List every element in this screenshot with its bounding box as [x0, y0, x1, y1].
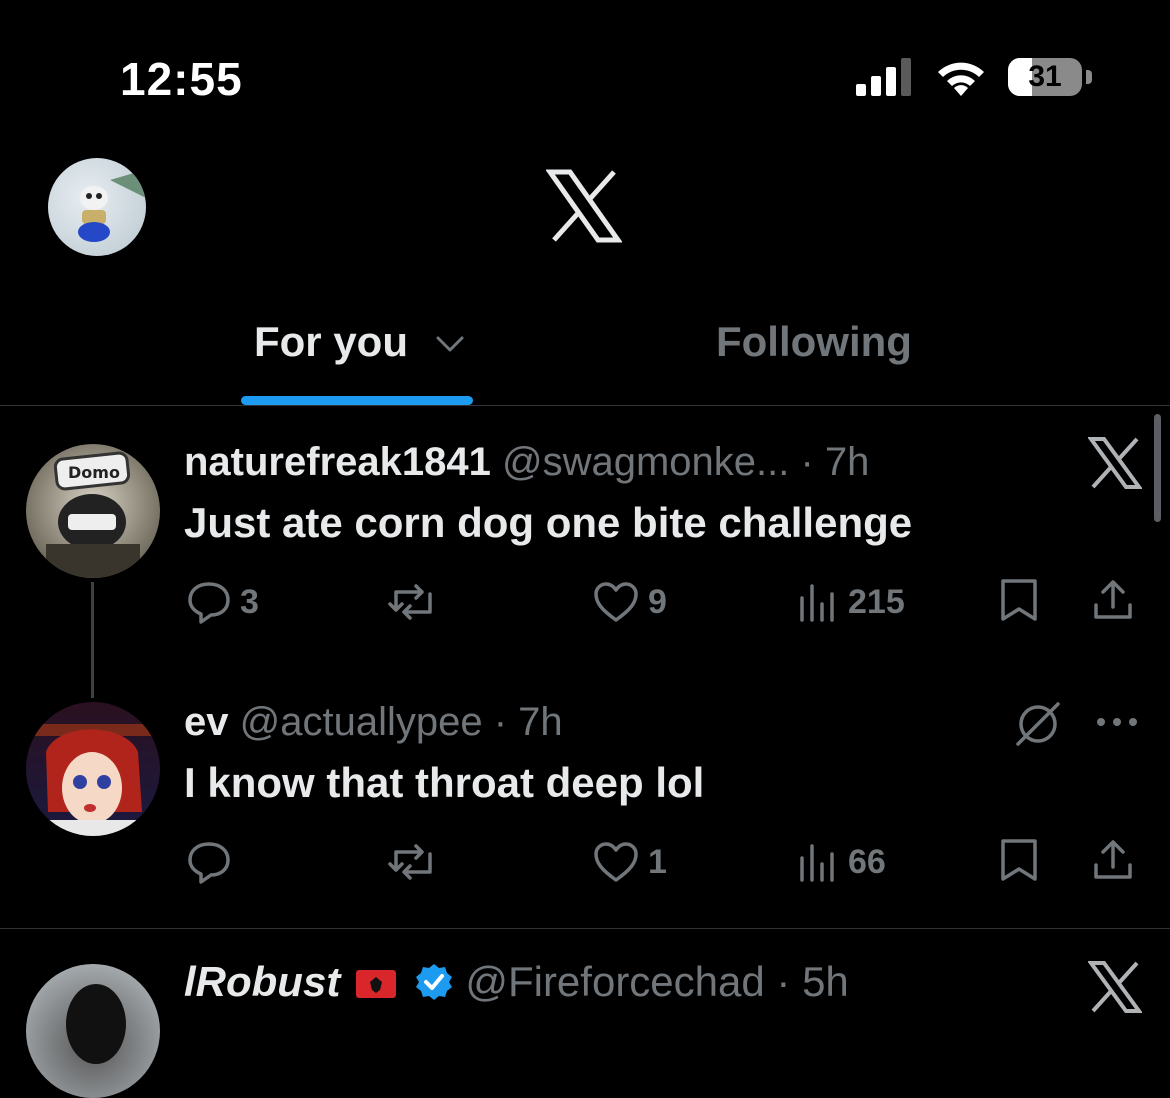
scrollbar[interactable] — [1154, 414, 1161, 522]
battery-icon: 31 — [1008, 58, 1098, 98]
tweet-header: naturefreak1841 @swagmonke... · 7h — [184, 438, 869, 486]
verified-badge-icon[interactable] — [414, 962, 454, 1002]
share-icon — [1094, 840, 1132, 879]
author-name[interactable]: lRobust — [184, 958, 340, 1005]
analytics-icon — [800, 584, 834, 622]
author-name[interactable]: naturefreak1841 — [184, 440, 491, 484]
heart-icon — [594, 842, 638, 882]
share-button[interactable] — [1090, 838, 1136, 882]
wifi-icon — [938, 62, 984, 96]
battery-percent: 31 — [1028, 60, 1062, 93]
thread-line — [91, 582, 94, 698]
like-count: 1 — [648, 842, 667, 881]
repost-icon — [388, 844, 432, 880]
tweet-text: I know that throat deep lol — [184, 759, 705, 806]
bookmark-button[interactable] — [998, 838, 1040, 882]
views-button[interactable]: 215 — [796, 580, 905, 624]
reply-button[interactable]: 3 — [186, 580, 259, 624]
author-name[interactable]: ev — [184, 700, 229, 744]
tweet-time: · 7h — [800, 440, 870, 484]
reply-count: 3 — [240, 582, 259, 621]
grok-icon[interactable] — [1012, 698, 1064, 750]
tabs-divider — [0, 405, 1170, 406]
tab-following[interactable]: Following — [716, 312, 912, 372]
albania-flag-icon — [355, 970, 396, 998]
reply-icon — [188, 582, 230, 624]
author-handle[interactable]: @swagmonke... — [502, 440, 789, 484]
author-handle[interactable]: @Fireforcechad — [465, 958, 764, 1005]
author-handle[interactable]: @actuallypee — [240, 700, 483, 744]
tweet-header: lRobust @Fireforcechad · 5h — [184, 958, 849, 1006]
bookmark-icon — [1001, 839, 1037, 881]
x-logo-icon[interactable] — [1088, 960, 1142, 1014]
avatar-image — [66, 984, 126, 1064]
reply-icon — [188, 842, 230, 884]
avatar-cap-text: Domo — [68, 463, 120, 482]
repost-icon — [388, 584, 432, 620]
chevron-down-icon[interactable] — [434, 328, 466, 360]
tweet-text: Just ate corn dog one bite challenge — [184, 499, 913, 546]
x-logo-icon[interactable] — [546, 168, 622, 244]
repost-button[interactable] — [386, 840, 448, 884]
avatar[interactable]: Domo — [26, 444, 160, 578]
like-count: 9 — [648, 582, 667, 621]
avatar-image — [78, 170, 146, 242]
share-button[interactable] — [1090, 578, 1136, 622]
avatar[interactable] — [26, 702, 160, 836]
heart-icon — [594, 582, 638, 622]
bookmark-button[interactable] — [998, 578, 1040, 622]
repost-button[interactable] — [386, 580, 448, 624]
x-logo-icon[interactable] — [1088, 436, 1142, 490]
analytics-icon — [800, 844, 834, 882]
like-button[interactable]: 1 — [592, 840, 667, 884]
cellular-signal-icon — [856, 58, 911, 96]
bookmark-icon — [1001, 579, 1037, 621]
share-icon — [1094, 580, 1132, 619]
views-button[interactable]: 66 — [796, 840, 886, 884]
tweet-header: ev @actuallypee · 7h — [184, 698, 563, 746]
more-options-icon[interactable] — [1094, 714, 1140, 730]
avatar[interactable] — [26, 964, 160, 1098]
tweet-time: · 7h — [493, 700, 563, 744]
view-count: 215 — [848, 582, 905, 621]
view-count: 66 — [848, 842, 886, 881]
reply-button[interactable] — [186, 840, 240, 884]
tab-for-you[interactable]: For you — [254, 312, 408, 372]
profile-avatar[interactable] — [48, 158, 146, 256]
status-time: 12:55 — [120, 53, 243, 105]
active-tab-indicator — [241, 396, 473, 405]
tweet-divider — [0, 928, 1170, 929]
like-button[interactable]: 9 — [592, 580, 667, 624]
avatar-image: Domo — [46, 451, 140, 578]
tweet-time: · 5h — [776, 958, 849, 1005]
avatar-image — [26, 724, 160, 836]
